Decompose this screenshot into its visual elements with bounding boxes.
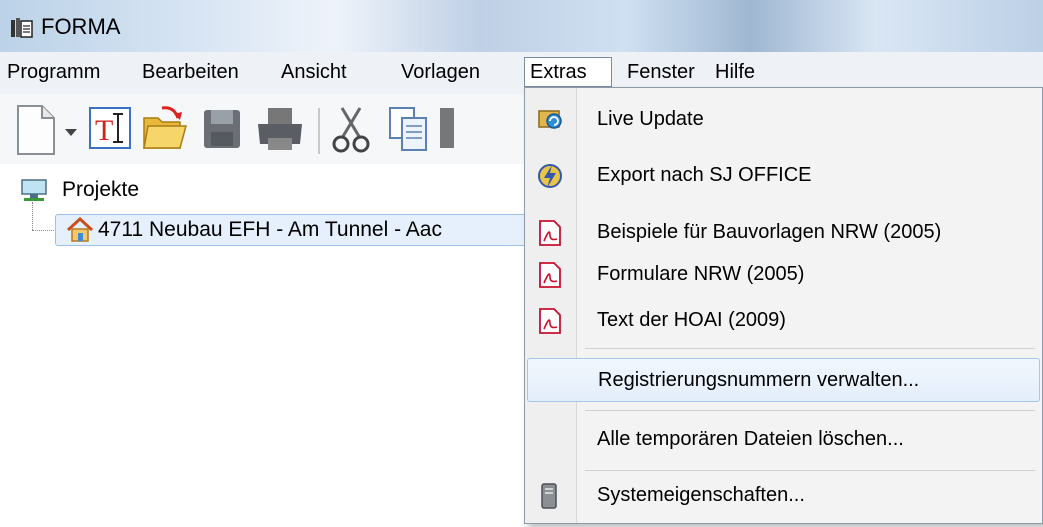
menu-fenster[interactable]: Fenster <box>622 57 700 87</box>
menu-item-formulare-nrw[interactable]: Formulare NRW (2005) <box>527 256 1040 294</box>
network-computer-icon <box>21 179 47 201</box>
menu-item-registrierungsnummern[interactable]: Registrierungsnummern verwalten... <box>527 358 1040 402</box>
tree-item-project[interactable]: 4711 Neubau EFH - Am Tunnel - Aac <box>55 214 555 246</box>
menu-separator <box>585 410 1035 411</box>
pdf-icon <box>539 262 561 288</box>
menu-programm[interactable]: Programm <box>2 57 105 87</box>
extras-dropdown-menu: Live Update Export nach SJ OFFICE Beispi… <box>524 87 1043 524</box>
menu-item-temp-dateien-loeschen[interactable]: Alle temporären Dateien löschen... <box>527 418 1040 462</box>
menu-item-label: Registrierungsnummern verwalten... <box>598 369 920 391</box>
new-document-icon[interactable] <box>14 104 58 156</box>
menu-item-text-hoai[interactable]: Text der HOAI (2009) <box>527 302 1040 340</box>
menu-item-export-sj-office[interactable]: Export nach SJ OFFICE <box>527 156 1040 196</box>
menu-item-live-update[interactable]: Live Update <box>527 100 1040 140</box>
system-properties-icon <box>541 483 557 509</box>
app-icon <box>11 18 33 38</box>
menu-item-systemeigenschaften[interactable]: Systemeigenschaften... <box>527 476 1040 516</box>
open-folder-icon[interactable] <box>140 104 188 154</box>
copy-icon[interactable] <box>386 104 430 154</box>
toolbar-separator <box>318 108 320 154</box>
menu-vorlagen[interactable]: Vorlagen <box>396 57 485 87</box>
svg-text:T: T <box>95 114 113 147</box>
menu-item-label: Systemeigenschaften... <box>597 484 805 506</box>
menu-extras[interactable]: Extras <box>524 57 612 87</box>
menu-item-beispiele-bauvorlagen[interactable]: Beispiele für Bauvorlagen NRW (2005) <box>527 214 1040 252</box>
toolbar-button-partial[interactable] <box>440 108 454 148</box>
save-icon[interactable] <box>200 104 244 154</box>
menu-item-label: Beispiele für Bauvorlagen NRW (2005) <box>597 221 942 243</box>
print-icon[interactable] <box>254 104 306 154</box>
tree-connector <box>32 230 54 231</box>
menu-item-label: Text der HOAI (2009) <box>597 309 786 331</box>
title-bar: FORMA <box>0 0 1043 52</box>
menu-item-label: Formulare NRW (2005) <box>597 263 805 285</box>
tree-connector <box>32 202 33 230</box>
menu-ansicht[interactable]: Ansicht <box>276 57 352 87</box>
menu-item-label: Alle temporären Dateien löschen... <box>597 428 904 450</box>
pdf-icon <box>539 220 561 246</box>
pdf-icon <box>539 308 561 334</box>
menu-bearbeiten[interactable]: Bearbeiten <box>137 57 244 87</box>
cut-icon[interactable] <box>332 104 372 154</box>
menu-item-label: Export nach SJ OFFICE <box>597 164 812 186</box>
text-tool-icon[interactable]: T <box>88 104 132 154</box>
tree-root-label: Projekte <box>62 178 140 201</box>
tree-item-label: 4711 Neubau EFH - Am Tunnel - Aac <box>98 218 442 241</box>
menu-item-label: Live Update <box>597 108 704 130</box>
menu-separator <box>585 348 1035 349</box>
menu-hilfe[interactable]: Hilfe <box>710 57 760 87</box>
house-icon <box>66 217 94 242</box>
window-title: FORMA <box>41 14 121 39</box>
lightning-export-icon <box>538 164 562 188</box>
dropdown-arrow-icon[interactable] <box>64 128 78 138</box>
live-update-icon <box>538 110 562 129</box>
menu-separator <box>585 470 1035 471</box>
